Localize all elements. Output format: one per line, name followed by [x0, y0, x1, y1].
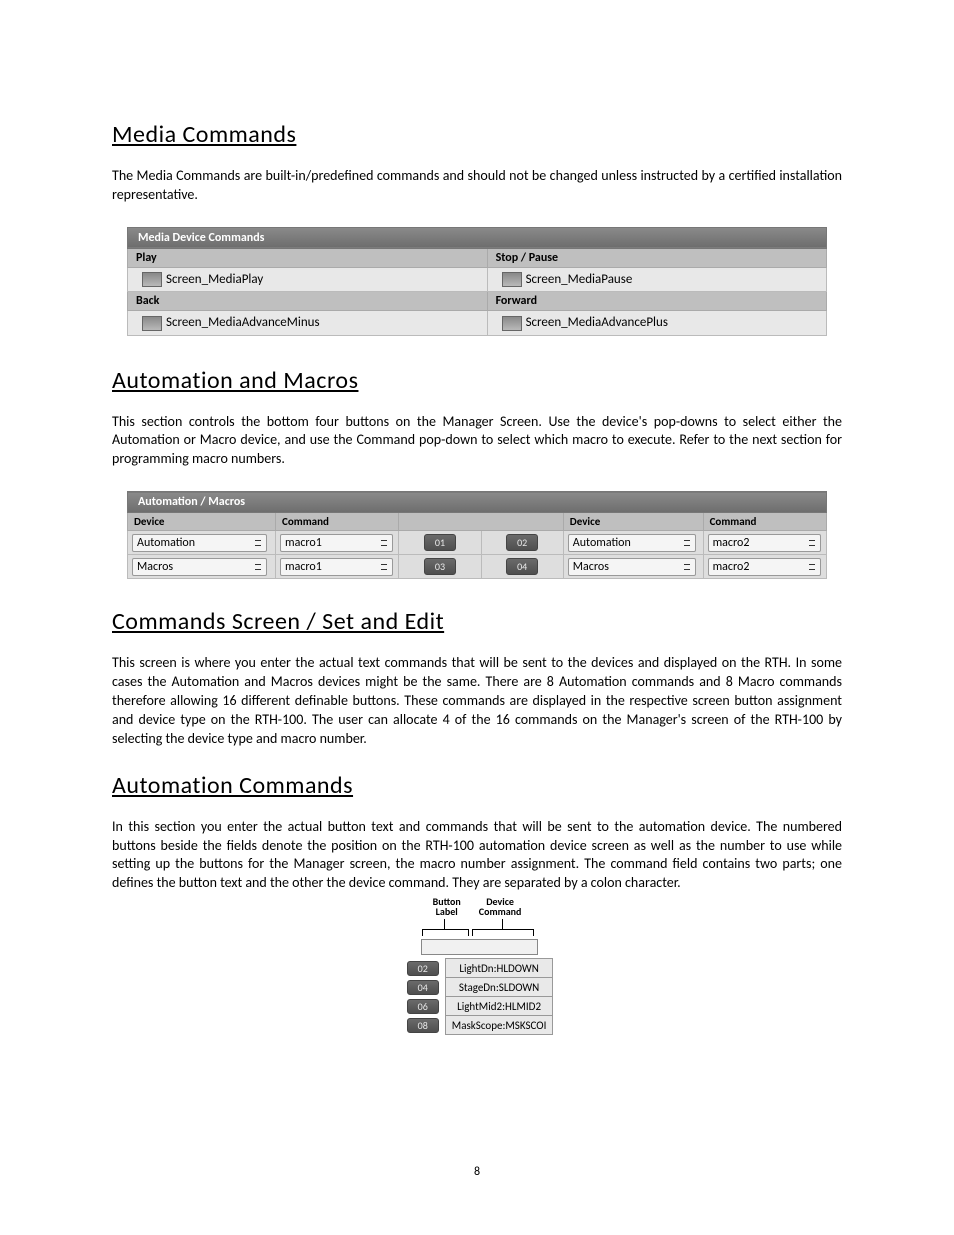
media-row1-right-value-cell[interactable]: Screen_MediaPause	[487, 267, 826, 291]
slot-06-button[interactable]: 06	[407, 999, 439, 1014]
media-row2-left-value: Screen_MediaAdvanceMinus	[166, 315, 320, 330]
slot-03-button[interactable]: 03	[424, 558, 456, 575]
device-popdown[interactable]: Macros	[132, 558, 267, 576]
media-row1-right-value: Screen_MediaPause	[526, 272, 633, 287]
slot-08-button[interactable]: 08	[407, 1018, 439, 1033]
slot-04-button[interactable]: 04	[407, 980, 439, 995]
command-examples-table: 02 LightDn:HLDOWN 04 StageDn:SLDOWN 06 Ligh…	[401, 958, 554, 1035]
am-hdr-device-l: Device	[128, 513, 276, 531]
media-device-commands-panel: Media Device Commands Play Stop / Pause …	[127, 227, 827, 336]
button-label-diagram: Button Label Device Command 02 LightDn:HL…	[377, 897, 577, 1035]
device-popdown[interactable]: Automation	[568, 534, 696, 552]
slot-01-button[interactable]: 01	[424, 534, 456, 551]
cmd-text[interactable]: LightMid2:HLMID2	[445, 997, 553, 1016]
automation-commands-paragraph: In this section you enter the actual but…	[112, 818, 842, 894]
slot-02-button[interactable]: 02	[407, 961, 439, 976]
media-row2-right-value-cell[interactable]: Screen_MediaAdvancePlus	[487, 311, 826, 335]
media-commands-paragraph: The Media Commands are built-in/predefin…	[112, 167, 842, 205]
automation-commands-heading: Automation Commands	[112, 771, 842, 800]
command-popdown[interactable]: macro2	[708, 558, 821, 576]
automation-macros-panel: Automation / Macros Device Command Devic…	[127, 491, 827, 579]
cmd-text[interactable]: LightDn:HLDOWN	[445, 959, 553, 978]
automation-macros-paragraph: This section controls the bottom four bu…	[112, 413, 842, 470]
device-popdown[interactable]: Macros	[568, 558, 696, 576]
command-popdown[interactable]: macro1	[280, 534, 393, 552]
media-row1-left-label: Play	[128, 248, 488, 267]
media-row2-right-value: Screen_MediaAdvancePlus	[526, 315, 668, 330]
diagram-label-button: Button Label	[433, 897, 461, 917]
thumb-icon	[502, 272, 522, 287]
thumb-icon	[502, 316, 522, 331]
commands-screen-heading: Commands Screen / Set and Edit	[112, 607, 842, 636]
slot-02-button[interactable]: 02	[506, 534, 538, 551]
media-row2-right-label: Forward	[487, 292, 826, 311]
media-row2-left-label: Back	[128, 292, 488, 311]
media-row2-left-value-cell[interactable]: Screen_MediaAdvanceMinus	[128, 311, 488, 335]
command-popdown[interactable]: macro1	[280, 558, 393, 576]
media-panel-title: Media Device Commands	[128, 227, 827, 248]
media-row1-left-value-cell[interactable]: Screen_MediaPlay	[128, 267, 488, 291]
page-number: 8	[0, 1165, 954, 1179]
slot-04-button[interactable]: 04	[506, 558, 538, 575]
sample-command-field	[421, 939, 538, 955]
am-panel-title: Automation / Macros	[128, 492, 827, 513]
device-popdown[interactable]: Automation	[132, 534, 267, 552]
automation-macros-heading: Automation and Macros	[112, 366, 842, 395]
media-row1-left-value: Screen_MediaPlay	[166, 272, 263, 287]
media-commands-heading: Media Commands	[112, 120, 842, 149]
am-hdr-command-r: Command	[703, 513, 826, 531]
thumb-icon	[142, 272, 162, 287]
cmd-text[interactable]: StageDn:SLDOWN	[445, 978, 553, 997]
diagram-label-command: Device Command	[479, 897, 522, 917]
media-row1-right-label: Stop / Pause	[487, 248, 826, 267]
cmd-text[interactable]: MaskScope:MSKSCOI	[445, 1016, 553, 1035]
am-hdr-device-r: Device	[563, 513, 703, 531]
commands-screen-paragraph: This screen is where you enter the actua…	[112, 654, 842, 748]
thumb-icon	[142, 316, 162, 331]
command-popdown[interactable]: macro2	[708, 534, 821, 552]
am-hdr-command-l: Command	[276, 513, 399, 531]
